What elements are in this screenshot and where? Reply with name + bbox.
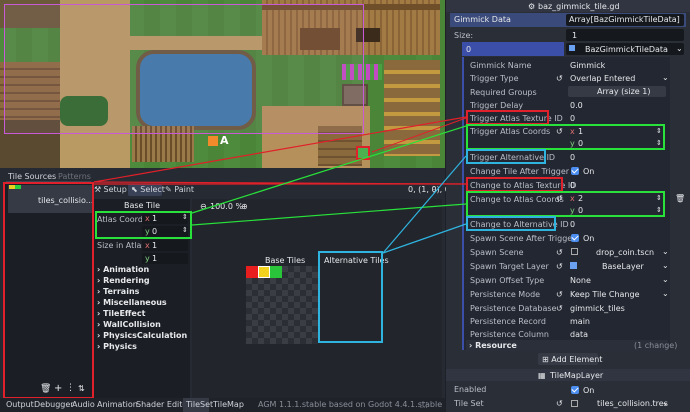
- annotation-lines: [93, 116, 467, 254]
- red-connector-line: [93, 116, 467, 183]
- red-connector-line: [371, 117, 467, 153]
- green-connector-line: [191, 203, 467, 226]
- green-connector-line: [191, 125, 467, 214]
